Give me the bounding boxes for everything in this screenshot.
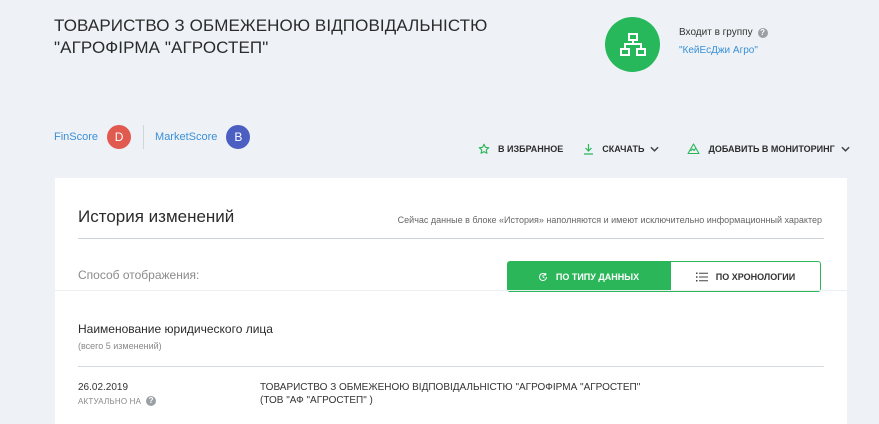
group-label: Входит в группу: [679, 27, 753, 38]
group-label-row: Входит в группу ?: [679, 27, 768, 38]
mode-by-chronology-button[interactable]: ПО ХРОНОЛОГИИ: [670, 261, 821, 292]
entry-value-short-name: (ТОВ "АФ "АГРОСТЕП" ): [260, 395, 373, 406]
download-icon: [584, 144, 594, 155]
entry-value: ТОВАРИСТВО З ОБМЕЖЕНОЮ ВІДПОВІДАЛЬНІСТЮ …: [260, 381, 720, 407]
history-note: Сейчас данные в блоке «История» наполняю…: [397, 215, 822, 225]
divider: [78, 366, 824, 367]
clock-icon: [538, 272, 547, 281]
history-card: История изменений Сейчас данные в блоке …: [55, 178, 847, 424]
group-link[interactable]: "КейЕсДжи Агро": [679, 45, 758, 56]
entry-status: АКТУАЛЬНО НА ?: [78, 396, 157, 406]
monitoring-icon: [687, 143, 701, 155]
marketscore-grade-badge: B: [226, 125, 251, 149]
display-mode-toggle: ПО ТИПУ ДАННЫХ ПО ХРОНОЛОГИИ: [507, 261, 821, 292]
help-icon[interactable]: ?: [146, 396, 157, 406]
chevron-down-icon: [650, 146, 660, 152]
action-bar: В ИЗБРАННОЕ СКАЧАТЬ ДОБАВИТЬ В МОНИТОРИН…: [478, 143, 858, 155]
chevron-down-icon: [841, 146, 850, 152]
monitoring-label: ДОБАВИТЬ В МОНИТОРИНГ: [708, 144, 835, 154]
mode-by-type-button[interactable]: ПО ТИПУ ДАННЫХ: [507, 261, 670, 292]
mode-by-type-label: ПО ТИПУ ДАННЫХ: [555, 271, 640, 282]
favorite-button[interactable]: В ИЗБРАННОЕ: [478, 143, 563, 155]
entry-value-full-name: ТОВАРИСТВО З ОБМЕЖЕНОЮ ВІДПОВІДАЛЬНІСТЮ …: [260, 382, 641, 393]
favorite-label: В ИЗБРАННОЕ: [498, 144, 564, 154]
scores: FinScore D MarketScore B: [54, 125, 251, 149]
help-icon[interactable]: ?: [757, 27, 768, 38]
entry-date: 26.02.2019: [78, 382, 129, 393]
finscore-grade-badge: D: [107, 125, 132, 149]
section-change-count: (всего 5 изменений): [78, 341, 162, 351]
group-badge[interactable]: [605, 17, 660, 72]
history-section-legal-name: Наименование юридического лица (всего 5 …: [55, 290, 847, 424]
section-title: Наименование юридического лица: [78, 322, 273, 336]
list-icon: [695, 272, 708, 281]
star-icon: [478, 143, 490, 154]
marketscore-label[interactable]: MarketScore: [155, 131, 217, 143]
hierarchy-icon: [619, 32, 646, 56]
add-monitoring-button[interactable]: ДОБАВИТЬ В МОНИТОРИНГ: [687, 143, 857, 155]
display-mode-label: Способ отображения:: [78, 268, 200, 282]
download-button[interactable]: СКАЧАТЬ: [583, 143, 667, 155]
score-divider: [143, 125, 145, 149]
download-label: СКАЧАТЬ: [602, 144, 645, 154]
marketscore-item[interactable]: MarketScore B: [155, 125, 251, 149]
history-title: История изменений: [78, 207, 235, 226]
company-title: ТОВАРИСТВО З ОБМЕЖЕНОЮ ВІДПОВІДАЛЬНІСТЮ …: [54, 16, 488, 57]
finscore-label[interactable]: FinScore: [54, 131, 98, 143]
mode-by-chronology-label: ПО ХРОНОЛОГИИ: [715, 271, 796, 282]
finscore-item[interactable]: FinScore D: [54, 125, 132, 149]
divider: [78, 238, 824, 239]
entry-status-label: АКТУАЛЬНО НА: [78, 396, 142, 406]
